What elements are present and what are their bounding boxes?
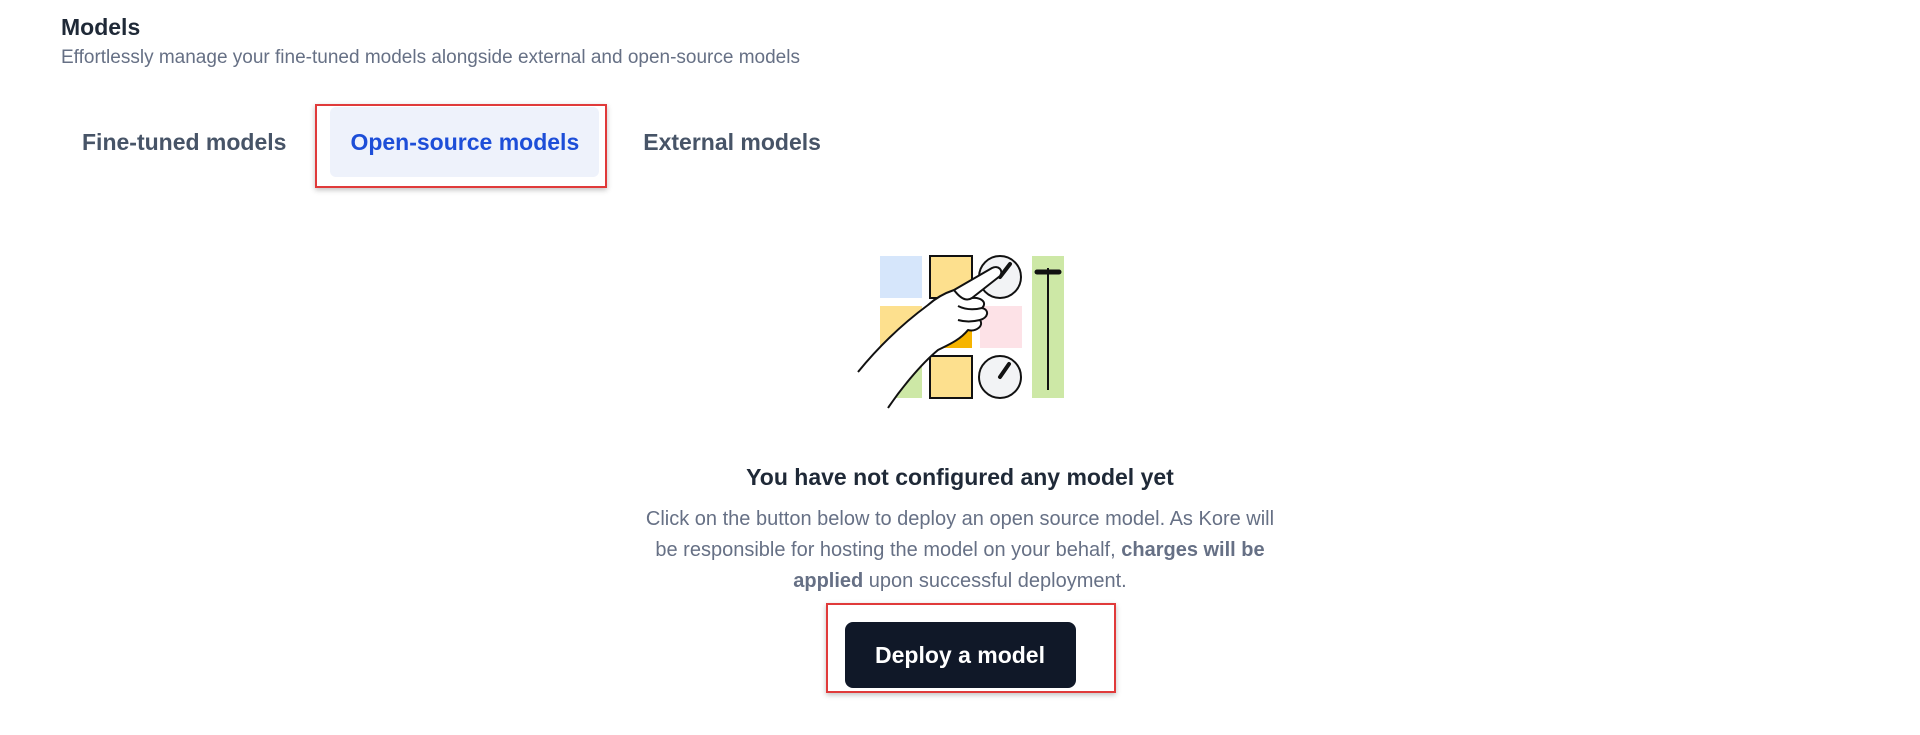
empty-state: You have not configured any model yet Cl… xyxy=(0,250,1920,688)
models-page: Models Effortlessly manage your fine-tun… xyxy=(0,0,1920,735)
empty-state-description: Click on the button below to deploy an o… xyxy=(640,504,1280,597)
tab-open-source-models[interactable]: Open-source models xyxy=(330,107,600,177)
page-subtitle: Effortlessly manage your fine-tuned mode… xyxy=(61,47,800,68)
model-tabs: Fine-tuned models Open-source models Ext… xyxy=(62,107,841,177)
deploy-model-button[interactable]: Deploy a model xyxy=(844,622,1076,688)
control-panel-hand-illustration xyxy=(857,255,1064,409)
page-header: Models Effortlessly manage your fine-tun… xyxy=(61,12,800,71)
description-text-2: upon successful deployment. xyxy=(863,570,1127,592)
page-title: Models xyxy=(61,14,141,40)
tab-fine-tuned-models[interactable]: Fine-tuned models xyxy=(62,107,306,177)
empty-state-title: You have not configured any model yet xyxy=(746,464,1174,490)
tab-external-models[interactable]: External models xyxy=(623,107,841,177)
